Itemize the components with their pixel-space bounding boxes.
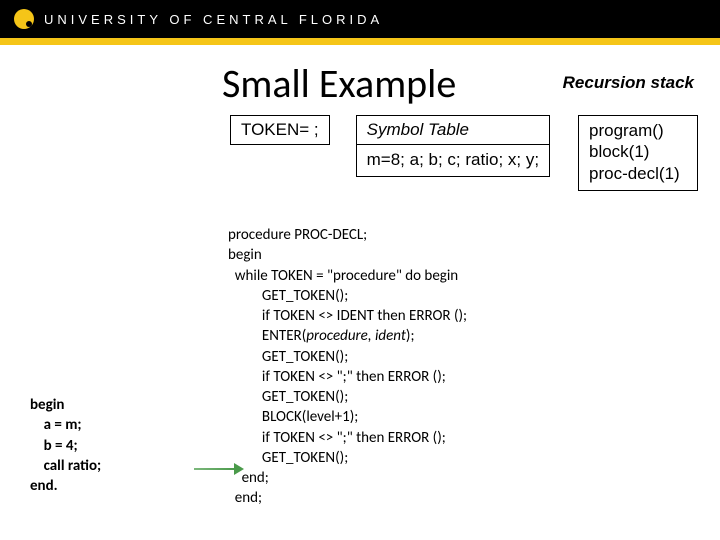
symbol-table-header: Symbol Table (356, 115, 550, 144)
recursion-stack-label: Recursion stack (563, 73, 694, 93)
procedure-code: procedure PROC-DECL; begin while TOKEN =… (228, 225, 467, 509)
recursion-stack-box: program() block(1) proc-decl(1) (578, 115, 698, 191)
gold-divider (0, 38, 720, 45)
program-code-left: begin a = m; b = 4; call ratio; end. (30, 395, 101, 496)
slide-content: Small Example Recursion stack TOKEN= ; S… (0, 45, 720, 108)
arrow-icon (194, 463, 244, 475)
ucf-logo-icon (14, 9, 34, 29)
symbol-table-body: m=8; a; b; c; ratio; x; y; (356, 144, 550, 177)
header-bar: UNIVERSITY OF CENTRAL FLORIDA (0, 0, 720, 38)
code-ital: procedure, ident (306, 327, 406, 345)
symbol-table-box: Symbol Table m=8; a; b; c; ratio; x; y; (356, 115, 550, 177)
token-box: TOKEN= ; (230, 115, 330, 145)
code-post: ); GET_TOKEN(); if TOKEN <> ";" then ERR… (228, 327, 446, 507)
university-name: UNIVERSITY OF CENTRAL FLORIDA (44, 12, 383, 27)
info-boxes: TOKEN= ; Symbol Table m=8; a; b; c; rati… (230, 115, 550, 177)
